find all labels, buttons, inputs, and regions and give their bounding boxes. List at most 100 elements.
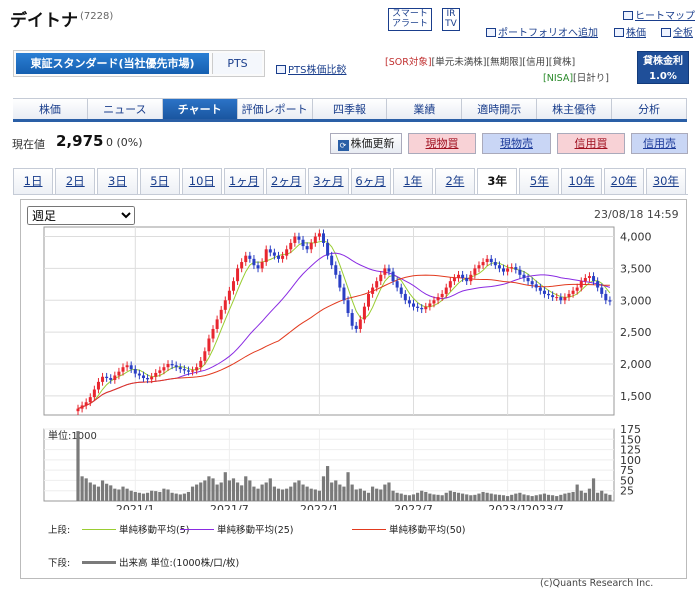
candle-body <box>96 381 100 390</box>
range-tab-0[interactable]: 1日 <box>13 168 54 194</box>
stock-price-link[interactable]: 株価 <box>614 24 646 39</box>
range-tab-11[interactable]: 3年 <box>477 168 518 194</box>
lending-rate-value: 1.0% <box>649 71 677 82</box>
legend-ma25-swatch <box>180 529 214 530</box>
ir-tv-button[interactable]: IR TV <box>442 8 460 31</box>
volume-bar <box>231 478 236 501</box>
volume-bar <box>301 484 305 501</box>
volume-bar <box>420 490 424 501</box>
candle-body <box>522 274 526 278</box>
volume-bar <box>145 492 150 501</box>
range-tab-5[interactable]: 1ヶ月 <box>223 168 265 194</box>
range-tab-7[interactable]: 3ヶ月 <box>308 168 349 194</box>
volume-bar <box>546 494 551 501</box>
range-tab-6[interactable]: 2ヶ月 <box>266 168 307 194</box>
volume-tick-label: 25 <box>620 485 634 498</box>
volume-bar <box>252 486 256 501</box>
candle-body <box>579 281 583 288</box>
nav-tab-7[interactable]: 株主優待 <box>537 99 613 119</box>
volume-bar <box>227 480 231 501</box>
volume-bar <box>129 490 133 501</box>
range-tab-9[interactable]: 1年 <box>392 168 433 194</box>
volume-bar <box>305 486 309 501</box>
candle-body <box>485 258 489 263</box>
candle-body <box>497 265 501 269</box>
range-tab-8[interactable]: 6ヶ月 <box>350 168 391 194</box>
candle-body <box>88 397 92 403</box>
nav-tab-4[interactable]: 四季報 <box>312 99 388 119</box>
market-selector: 東証スタンダード(当社優先市場) PTS <box>13 50 265 77</box>
candle-body <box>133 369 137 374</box>
smart-alert-button[interactable]: スマート アラート <box>388 8 432 31</box>
volume-bar <box>452 491 457 501</box>
full-board-link[interactable]: 全板 <box>661 24 693 39</box>
volume-bar <box>432 494 436 501</box>
price-tick-label: 1,500 <box>620 390 652 403</box>
candle-body <box>559 297 563 301</box>
range-tab-3[interactable]: 5日 <box>139 168 180 194</box>
volume-bar <box>207 476 211 501</box>
nav-tab-8[interactable]: 分析 <box>612 99 688 119</box>
volume-bar <box>485 492 489 501</box>
range-tab-14[interactable]: 20年 <box>603 168 644 194</box>
nav-tab-2[interactable]: チャート <box>162 99 238 119</box>
candle-body <box>506 268 510 272</box>
volume-bar <box>325 466 330 501</box>
volume-bar <box>530 496 534 501</box>
market-tse-standard[interactable]: 東証スタンダード(当社優先市場) <box>16 53 209 74</box>
candle-body <box>207 338 211 352</box>
cash-sell-button[interactable]: 現物売 <box>482 133 551 154</box>
smart-alert-line2: アラート <box>391 19 428 29</box>
candle-body <box>534 284 538 288</box>
nav-tab-6[interactable]: 適時開示 <box>462 99 538 119</box>
range-tab-12[interactable]: 5年 <box>519 168 560 194</box>
heatmap-link[interactable]: ヒートマップ <box>623 7 695 22</box>
range-tab-10[interactable]: 2年 <box>434 168 476 194</box>
volume-bar <box>109 485 113 501</box>
volume-bar <box>493 494 497 501</box>
candle-body <box>362 306 366 320</box>
nav-tab-5[interactable]: 業績 <box>387 99 463 119</box>
refresh-price-button[interactable]: ⟳ 株価更新 <box>330 133 402 154</box>
candle-body <box>457 274 461 278</box>
candle-body <box>432 300 436 304</box>
volume-bar <box>125 488 129 501</box>
price-tick-label: 2,000 <box>620 358 652 371</box>
smart-alert-line1: スマート <box>392 9 428 19</box>
candle-body <box>424 306 428 310</box>
range-tab-4[interactable]: 10日 <box>181 168 222 194</box>
candle-body <box>375 281 379 288</box>
range-tab-2[interactable]: 3日 <box>97 168 138 194</box>
volume-bar <box>461 493 465 501</box>
nav-tab-3[interactable]: 評価レポート <box>237 99 313 119</box>
range-tab-13[interactable]: 10年 <box>561 168 602 194</box>
tv-label: TV <box>445 19 457 29</box>
volume-bar <box>313 489 317 501</box>
nav-tab-1[interactable]: ニュース <box>87 99 163 119</box>
volume-bar <box>162 488 166 501</box>
candle-body <box>166 364 170 368</box>
volume-bar <box>342 486 346 501</box>
candle-body <box>473 268 477 275</box>
cash-buy-button[interactable]: 現物買 <box>408 133 476 154</box>
legend-ma5-swatch <box>82 529 116 530</box>
margin-buy-button[interactable]: 信用買 <box>557 133 625 154</box>
market-pts[interactable]: PTS <box>212 53 262 74</box>
volume-bar <box>477 493 481 501</box>
range-tab-1[interactable]: 2日 <box>55 168 96 194</box>
margin-sell-button[interactable]: 信用売 <box>631 133 688 154</box>
volume-bar <box>399 493 403 501</box>
tag-margin: [信用] <box>522 57 549 68</box>
period-select[interactable]: 週足 <box>27 206 135 225</box>
x-tick-label: 2023/1 <box>488 503 527 510</box>
x-tick-label: 2021/7 <box>210 503 249 510</box>
volume-bar <box>379 489 383 501</box>
add-portfolio-link[interactable]: ポートフォリオへ追加 <box>486 24 598 39</box>
pts-compare-link[interactable]: PTS株価比較 <box>276 61 347 76</box>
candle-body <box>158 370 162 373</box>
range-tab-15[interactable]: 30年 <box>645 168 686 194</box>
volume-bar <box>317 490 322 501</box>
candle-body <box>178 367 182 370</box>
nav-tab-0[interactable]: 株価 <box>13 99 88 119</box>
volume-bar <box>555 496 559 501</box>
